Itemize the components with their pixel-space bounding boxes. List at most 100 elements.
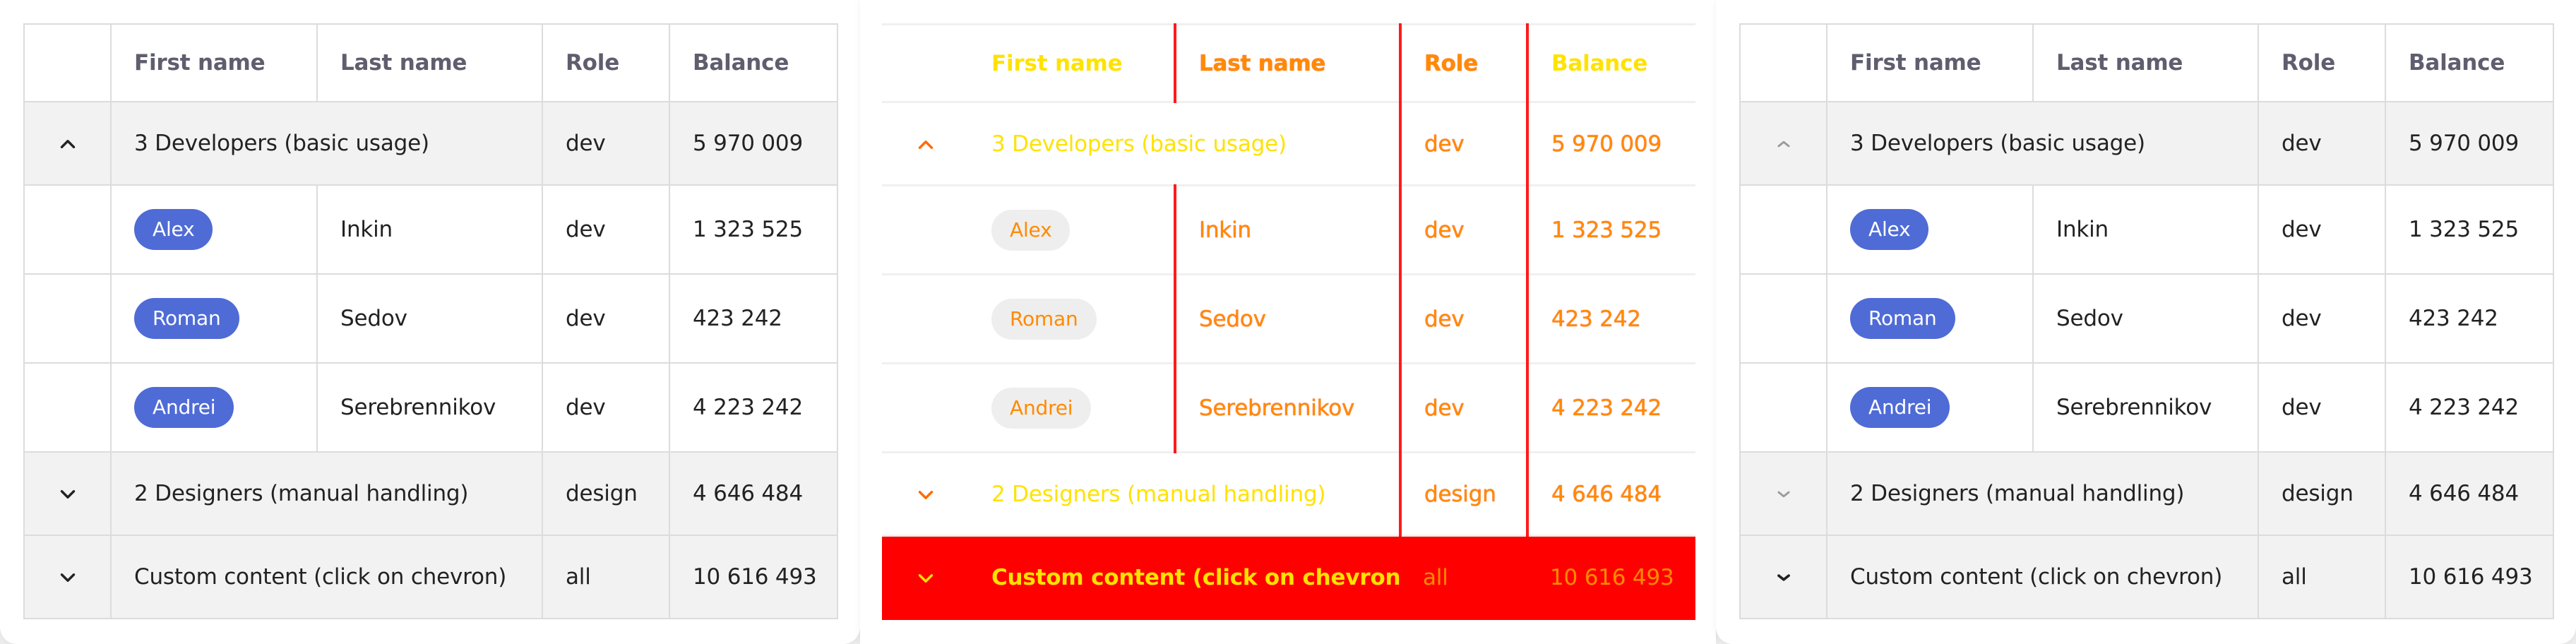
balance-cell: 1 323 525 bbox=[2385, 184, 2554, 275]
header-role[interactable]: Role bbox=[1399, 23, 1527, 103]
group-label: 2 Designers (manual handling) bbox=[969, 451, 1400, 537]
balance-cell: 4 223 242 bbox=[2385, 362, 2554, 453]
first-name-chip[interactable]: Roman bbox=[134, 298, 239, 339]
first-name-chip[interactable]: Andrei bbox=[991, 387, 1092, 429]
header-first-name[interactable]: First name bbox=[1826, 23, 2034, 102]
chevron-down-icon[interactable] bbox=[1772, 482, 1796, 506]
group-label: 3 Developers (basic usage) bbox=[1826, 101, 2259, 186]
group-balance: 4 646 484 bbox=[669, 451, 838, 536]
role-cell: dev bbox=[1399, 273, 1527, 364]
balance-cell: 423 242 bbox=[669, 273, 838, 364]
last-name-cell: Inkin bbox=[316, 184, 543, 275]
header-first-name[interactable]: First name bbox=[110, 23, 318, 102]
chevron-down-icon[interactable] bbox=[56, 566, 80, 590]
group-label: Custom content (click on chevron) bbox=[1826, 535, 2259, 619]
balance-cell: 1 323 525 bbox=[1526, 184, 1695, 275]
header-last-name[interactable]: Last name bbox=[316, 23, 543, 102]
table-header-row: First name Last name Role Balance bbox=[882, 23, 1695, 103]
header-first-name[interactable]: First name bbox=[969, 23, 1175, 103]
role-cell: dev bbox=[1399, 184, 1527, 275]
header-expand-cell bbox=[1739, 23, 1827, 102]
table-row: Roman Sedov dev 423 242 bbox=[882, 273, 1695, 364]
group-role: dev bbox=[2258, 101, 2386, 186]
table-row: Andrei Serebrennikov dev 4 223 242 bbox=[1739, 362, 2554, 453]
group-role: design bbox=[542, 451, 670, 536]
chevron-down-icon[interactable] bbox=[1772, 566, 1796, 590]
group-row-custom: Custom content (click on chevron) all 10… bbox=[23, 535, 838, 619]
table-header-row: First name Last name Role Balance bbox=[23, 23, 838, 102]
chevron-up-icon[interactable] bbox=[56, 132, 80, 156]
role-cell: dev bbox=[542, 362, 670, 453]
chevron-up-icon[interactable] bbox=[1772, 132, 1796, 156]
role-cell: dev bbox=[2258, 184, 2386, 275]
table-row: Alex Inkin dev 1 323 525 bbox=[882, 184, 1695, 275]
group-role: design bbox=[1399, 451, 1527, 537]
group-balance: 10 616 493 bbox=[2385, 535, 2554, 619]
data-table: First name Last name Role Balance 3 Deve… bbox=[882, 23, 1695, 620]
chevron-up-icon[interactable] bbox=[914, 133, 938, 157]
table-panel-normal: First name Last name Role Balance 3 Deve… bbox=[0, 0, 860, 644]
group-balance: 5 970 009 bbox=[1526, 101, 1695, 186]
group-label: 2 Designers (manual handling) bbox=[1826, 451, 2259, 536]
role-cell: dev bbox=[2258, 362, 2386, 453]
header-balance[interactable]: Balance bbox=[2385, 23, 2554, 102]
first-name-chip[interactable]: Andrei bbox=[1850, 387, 1950, 428]
group-row-developers: 3 Developers (basic usage) dev 5 970 009 bbox=[23, 101, 838, 186]
group-role: all bbox=[1400, 535, 1527, 620]
first-name-chip[interactable]: Alex bbox=[1850, 209, 1929, 250]
table-row: Roman Sedov dev 423 242 bbox=[23, 273, 838, 364]
group-row-designers: 2 Designers (manual handling) design 4 6… bbox=[23, 451, 838, 536]
group-row-developers: 3 Developers (basic usage) dev 5 970 009 bbox=[882, 101, 1695, 186]
data-table: First name Last name Role Balance 3 Deve… bbox=[23, 23, 838, 619]
last-name-cell: Sedov bbox=[316, 273, 543, 364]
group-balance: 4 646 484 bbox=[1526, 451, 1695, 537]
header-role[interactable]: Role bbox=[2258, 23, 2386, 102]
first-name-chip[interactable]: Roman bbox=[1850, 298, 1955, 339]
header-last-name[interactable]: Last name bbox=[1174, 23, 1400, 103]
last-name-cell: Serebrennikov bbox=[2032, 362, 2259, 453]
balance-cell: 4 223 242 bbox=[1526, 362, 1695, 453]
table-panel-custom: First name Last name Role Balance 3 Deve… bbox=[1716, 0, 2576, 644]
last-name-cell: Serebrennikov bbox=[1174, 362, 1400, 453]
header-balance[interactable]: Balance bbox=[669, 23, 838, 102]
group-balance: 4 646 484 bbox=[2385, 451, 2554, 536]
table-row: Andrei Serebrennikov dev 4 223 242 bbox=[23, 362, 838, 453]
table-header-row: First name Last name Role Balance bbox=[1739, 23, 2554, 102]
balance-cell: 423 242 bbox=[2385, 273, 2554, 364]
balance-cell: 423 242 bbox=[1526, 273, 1695, 364]
last-name-cell: Sedov bbox=[2032, 273, 2259, 364]
group-row-designers: 2 Designers (manual handling) design 4 6… bbox=[1739, 451, 2554, 536]
header-last-name[interactable]: Last name bbox=[2032, 23, 2259, 102]
group-role: all bbox=[542, 535, 670, 619]
group-label: 3 Developers (basic usage) bbox=[969, 101, 1400, 186]
last-name-cell: Sedov bbox=[1174, 273, 1400, 364]
balance-cell: 1 323 525 bbox=[669, 184, 838, 275]
first-name-chip[interactable]: Alex bbox=[991, 209, 1071, 251]
table-panel-highlighted: First name Last name Role Balance 3 Deve… bbox=[860, 0, 1716, 644]
table-row: Alex Inkin dev 1 323 525 bbox=[23, 184, 838, 275]
data-table: First name Last name Role Balance 3 Deve… bbox=[1739, 23, 2554, 619]
group-row-designers: 2 Designers (manual handling) design 4 6… bbox=[882, 451, 1695, 537]
first-name-chip[interactable]: Alex bbox=[134, 209, 213, 250]
chevron-down-icon[interactable] bbox=[56, 482, 80, 506]
table-row: Andrei Serebrennikov dev 4 223 242 bbox=[882, 362, 1695, 453]
group-row-custom: Custom content (click on chevron) all 10… bbox=[1739, 535, 2554, 619]
role-cell: dev bbox=[542, 273, 670, 364]
header-balance[interactable]: Balance bbox=[1526, 23, 1695, 103]
group-label: 3 Developers (basic usage) bbox=[110, 101, 543, 186]
balance-cell: 4 223 242 bbox=[669, 362, 838, 453]
header-role[interactable]: Role bbox=[542, 23, 670, 102]
group-role: dev bbox=[1399, 101, 1527, 186]
group-role: all bbox=[2258, 535, 2386, 619]
last-name-cell: Inkin bbox=[2032, 184, 2259, 275]
table-row: Roman Sedov dev 423 242 bbox=[1739, 273, 2554, 364]
first-name-chip[interactable]: Roman bbox=[991, 298, 1097, 340]
chevron-down-icon[interactable] bbox=[914, 483, 938, 507]
table-row: Alex Inkin dev 1 323 525 bbox=[1739, 184, 2554, 275]
header-expand-cell bbox=[882, 23, 969, 103]
group-label: 2 Designers (manual handling) bbox=[110, 451, 543, 536]
first-name-chip[interactable]: Andrei bbox=[134, 387, 234, 428]
group-balance: 10 616 493 bbox=[669, 535, 838, 619]
group-balance: 5 970 009 bbox=[669, 101, 838, 186]
chevron-down-icon[interactable] bbox=[914, 566, 938, 590]
